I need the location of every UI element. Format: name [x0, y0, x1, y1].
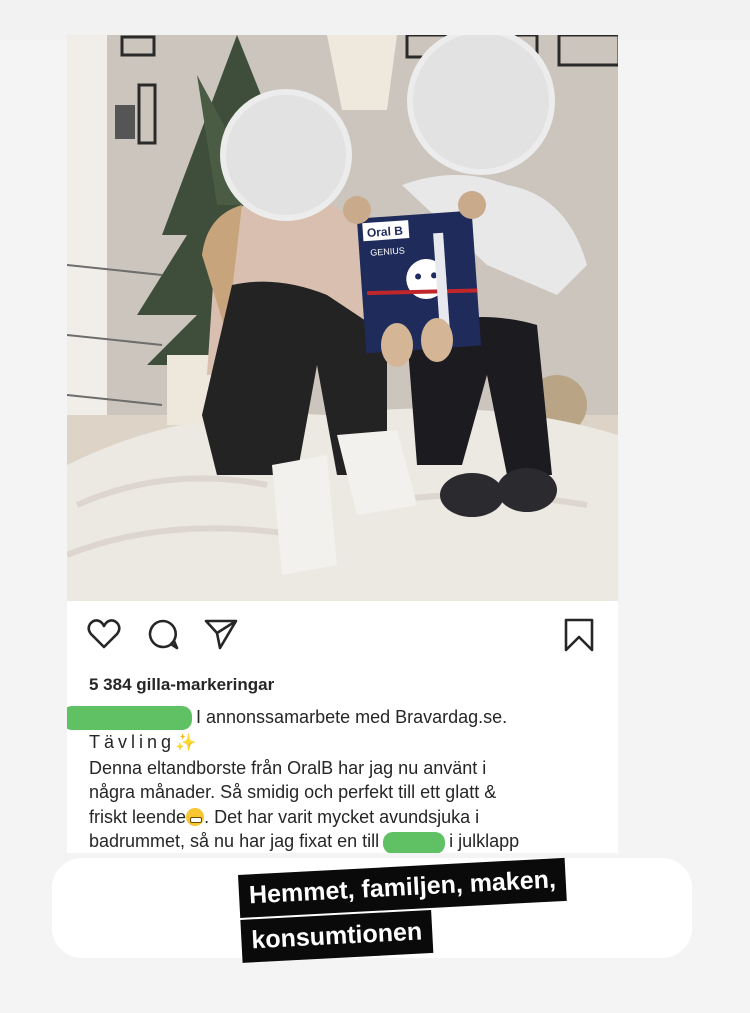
- post-action-bar: [67, 601, 618, 667]
- send-icon[interactable]: [203, 617, 239, 651]
- caption-line-5: friskt leende . Det har varit mycket avun…: [89, 805, 609, 830]
- caption-line-6: badrummet, så nu har jag fixat en till i …: [89, 829, 609, 853]
- caption-text-5b: . Det har varit mycket avundsjuka i: [204, 806, 480, 827]
- heart-icon[interactable]: [87, 618, 121, 650]
- caption-line-4: några månader. Så smidig och perfekt til…: [89, 782, 497, 803]
- instagram-post: Oral B GENIUS 5 384 gilla-markeringar I …: [67, 35, 618, 853]
- sparkles-emoji: ✨: [175, 733, 197, 753]
- like-count[interactable]: 5 384 gilla-markeringar: [89, 675, 274, 695]
- bookmark-icon[interactable]: [563, 617, 595, 653]
- sticker-line-2: konsumtionen: [240, 909, 434, 963]
- caption-line-2: Tävling✨: [89, 730, 609, 756]
- redacted-username: [67, 706, 192, 731]
- redacted-name: [383, 831, 446, 853]
- story-text-sticker[interactable]: Hemmet, familjen, maken, konsumtionen: [238, 854, 641, 973]
- comment-icon[interactable]: [147, 618, 181, 650]
- caption-text-6b: i julklapp: [449, 831, 520, 852]
- post-photo[interactable]: Oral B GENIUS: [67, 35, 618, 601]
- post-caption: I annonssamarbete med Bravardag.se. Tävl…: [67, 705, 609, 853]
- sponsorship-label[interactable]: I annonssamarbete med Bravardag.se.: [196, 707, 507, 727]
- background-top: [0, 0, 750, 40]
- caption-line-3: Denna eltandborste från OralB har jag nu…: [89, 757, 487, 778]
- caption-tavling: Tävling: [89, 732, 176, 753]
- caption-line-1: I annonssamarbete med Bravardag.se.: [67, 705, 609, 731]
- product-brand: Oral B: [366, 223, 403, 240]
- caption-text-6a: badrummet, så nu har jag fixat en till: [89, 831, 380, 852]
- grimacing-emoji: [186, 807, 205, 826]
- caption-text-5a: friskt leende: [89, 806, 187, 827]
